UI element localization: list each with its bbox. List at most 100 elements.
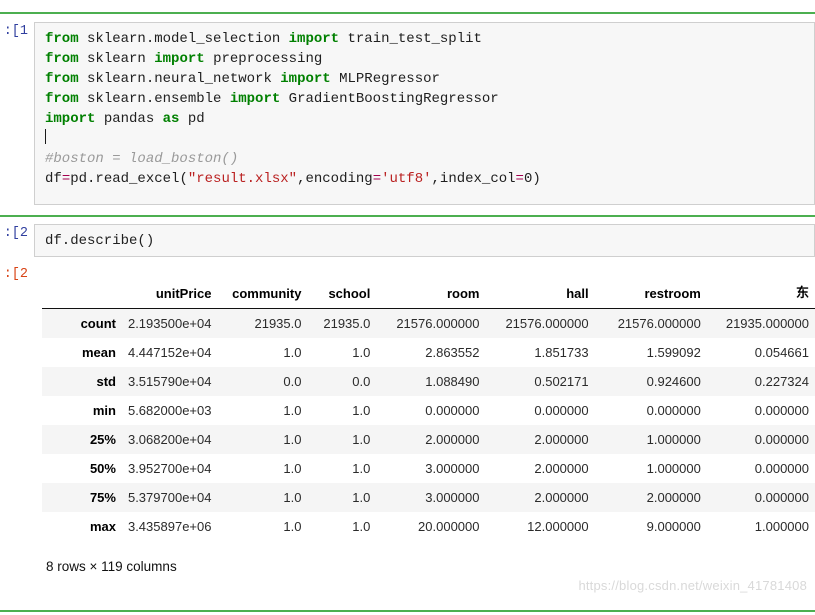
cell: 0.000000	[754, 461, 809, 476]
cell: 1.0	[283, 490, 302, 505]
row-index-count: count	[80, 316, 116, 331]
cell: 0.000000	[425, 403, 480, 418]
cell-selection-rule-bottom	[0, 610, 815, 612]
cell: 1.0	[283, 519, 302, 534]
dataframe-shape-note: 8 rows × 119 columns	[46, 559, 177, 574]
cell: 1.0	[352, 403, 371, 418]
code-input-area-1[interactable]: from sklearn.model_selection import trai…	[34, 22, 815, 205]
cell: 21935.0	[323, 316, 371, 331]
table-row: max 3.435897e+06 1.0 1.0 20.000000 12.00…	[42, 512, 815, 541]
cell: 21935.0	[254, 316, 302, 331]
row-index-std: std	[96, 374, 116, 389]
cell: 2.193500e+04	[127, 316, 212, 331]
cell: 1.0	[352, 490, 371, 505]
table-row: min 5.682000e+03 1.0 1.0 0.000000 0.0000…	[42, 396, 815, 425]
cell: 3.000000	[425, 490, 480, 505]
cell: 0.000000	[534, 403, 589, 418]
cell: 0.054661	[754, 345, 809, 360]
cell: 1.000000	[646, 461, 701, 476]
cell-selection-rule-middle	[0, 215, 815, 217]
header-row: unitPrice community school room hall res…	[42, 279, 815, 309]
cell: 3.952700e+04	[127, 461, 212, 476]
cell: 0.000000	[754, 432, 809, 447]
row-index-75pct: 75%	[89, 490, 116, 505]
cell: 2.000000	[534, 461, 589, 476]
column-header-room: room	[376, 279, 486, 309]
jupyter-notebook: 1]: from sklearn.model_selection import …	[0, 0, 815, 615]
cell: 1.851733	[534, 345, 589, 360]
row-index-50pct: 50%	[89, 461, 116, 476]
cell: 1.0	[352, 461, 371, 476]
cell: 1.0	[283, 403, 302, 418]
index-header	[42, 279, 122, 309]
cell: 1.0	[283, 345, 302, 360]
row-index-mean: mean	[82, 345, 116, 360]
cell: 0.0	[283, 374, 302, 389]
cell: 2.000000	[646, 490, 701, 505]
column-header-unitprice: unitPrice	[121, 279, 218, 309]
code-cell-2[interactable]: 2]: df.describe()	[0, 224, 815, 257]
table-row: count 2.193500e+04 21935.0 21935.0 21576…	[42, 308, 815, 338]
cell: 1.0	[352, 432, 371, 447]
table-row: mean 4.447152e+04 1.0 1.0 2.863552 1.851…	[42, 338, 815, 367]
out-prompt-2: 2]:	[3, 267, 28, 282]
cell: 1.000000	[646, 432, 701, 447]
table-body: count 2.193500e+04 21935.0 21935.0 21576…	[42, 308, 815, 541]
cell: 2.000000	[534, 432, 589, 447]
cell: 2.000000	[534, 490, 589, 505]
table-row: 25% 3.068200e+04 1.0 1.0 2.000000 2.0000…	[42, 425, 815, 454]
cell: 1.0	[352, 345, 371, 360]
table-header: unitPrice community school room hall res…	[42, 279, 815, 309]
cell: 3.435897e+06	[127, 519, 212, 534]
cell: 3.515790e+04	[127, 374, 212, 389]
cell: 12.000000	[527, 519, 589, 534]
watermark: https://blog.csdn.net/weixin_41781408	[578, 578, 807, 593]
cell: 21576.000000	[396, 316, 480, 331]
output-area-2: 2]: unitPrice community school room hall…	[0, 265, 815, 574]
column-header-school: school	[307, 279, 377, 309]
code-editor-2[interactable]: df.describe()	[35, 225, 814, 257]
cell: 3.000000	[425, 461, 480, 476]
describe-table: unitPrice community school room hall res…	[42, 279, 815, 541]
cell: 0.0	[352, 374, 371, 389]
cell: 5.379700e+04	[127, 490, 212, 505]
code-editor-1[interactable]: from sklearn.model_selection import trai…	[35, 23, 814, 195]
cell: 1.0	[352, 519, 371, 534]
table-row: std 3.515790e+04 0.0 0.0 1.088490 0.5021…	[42, 367, 815, 396]
cell: 20.000000	[418, 519, 480, 534]
cell: 1.0	[283, 432, 302, 447]
cell: 0.000000	[646, 403, 701, 418]
column-header-dong: 东	[706, 279, 815, 309]
cell-selection-rule-top	[0, 12, 815, 14]
cell: 4.447152e+04	[127, 345, 212, 360]
cell: 2.863552	[425, 345, 480, 360]
table-row: 75% 5.379700e+04 1.0 1.0 3.000000 2.0000…	[42, 483, 815, 512]
in-prompt-1: 1]:	[3, 24, 28, 39]
code-cell-1[interactable]: 1]: from sklearn.model_selection import …	[0, 22, 815, 205]
cell: 21576.000000	[617, 316, 701, 331]
cell: 1.599092	[646, 345, 701, 360]
cell: 3.068200e+04	[127, 432, 212, 447]
row-index-25pct: 25%	[89, 432, 116, 447]
cell: 0.502171	[534, 374, 589, 389]
table-row: 50% 3.952700e+04 1.0 1.0 3.000000 2.0000…	[42, 454, 815, 483]
row-index-min: min	[92, 403, 116, 418]
row-index-max: max	[89, 519, 116, 534]
dataframe-output: unitPrice community school room hall res…	[34, 265, 815, 574]
text-cursor	[45, 129, 46, 144]
cell: 1.088490	[425, 374, 480, 389]
cell: 5.682000e+03	[127, 403, 212, 418]
cell: 21935.000000	[725, 316, 809, 331]
cell: 9.000000	[646, 519, 701, 534]
column-header-hall: hall	[485, 279, 595, 309]
column-header-community: community	[217, 279, 308, 309]
cell: 2.000000	[425, 432, 480, 447]
cell: 1.0	[283, 461, 302, 476]
in-prompt-2: 2]:	[3, 226, 28, 241]
column-header-restroom: restroom	[594, 279, 707, 309]
cell: 0.227324	[754, 374, 809, 389]
cell: 1.000000	[754, 519, 809, 534]
cell: 21576.000000	[505, 316, 589, 331]
cell: 0.924600	[646, 374, 701, 389]
code-input-area-2[interactable]: df.describe()	[34, 224, 815, 257]
